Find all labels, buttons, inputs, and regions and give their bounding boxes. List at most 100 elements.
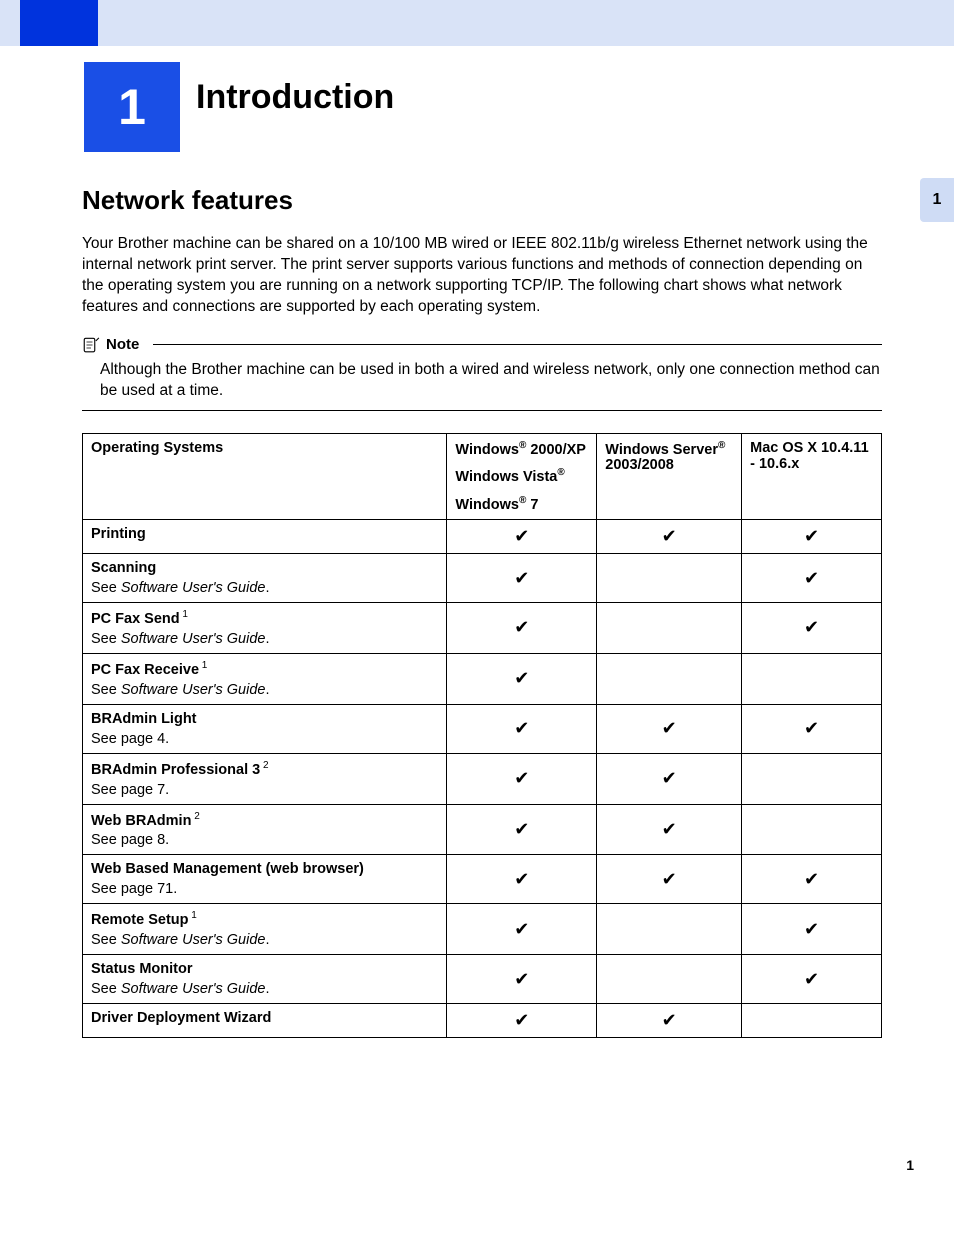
feature-subtext: See page 7.	[91, 782, 438, 798]
check-cell	[597, 904, 742, 955]
content-area: Network features Your Brother machine ca…	[82, 185, 882, 1038]
feature-cell: PC Fax Receive 1 See Software User's Guid…	[83, 653, 447, 704]
feature-subtext: See page 8.	[91, 832, 438, 848]
check-cell	[742, 1004, 882, 1038]
check-cell: ✔	[742, 603, 882, 654]
feature-cell: Remote Setup 1 See Software User's Guide.	[83, 904, 447, 955]
check-cell: ✔	[447, 603, 597, 654]
feature-subtext: See Software User's Guide.	[91, 682, 438, 698]
features-table: Operating Systems Windows® 2000/XP Windo…	[82, 433, 882, 1039]
footnote-sup: 2	[260, 760, 268, 771]
table-row: BRAdmin LightSee page 4.✔✔✔	[83, 704, 882, 753]
feature-name: Web Based Management (web browser)	[91, 861, 438, 877]
feature-cell: Web BRAdmin 2 See page 8.	[83, 804, 447, 855]
feature-name: PC Fax Send 1	[91, 609, 438, 627]
check-cell: ✔	[447, 1004, 597, 1038]
table-row: Remote Setup 1 See Software User's Guide.…	[83, 904, 882, 955]
page-number: 1	[906, 1157, 914, 1173]
check-cell: ✔	[742, 704, 882, 753]
check-cell: ✔	[447, 855, 597, 904]
feature-subtext: See Software User's Guide.	[91, 631, 438, 647]
check-cell: ✔	[447, 904, 597, 955]
note-label: Note	[106, 336, 139, 353]
intro-paragraph: Your Brother machine can be shared on a …	[82, 234, 882, 318]
hdr-win-2a: Windows Vista	[455, 469, 557, 485]
feature-name: PC Fax Receive 1	[91, 660, 438, 678]
table-row: PC Fax Receive 1 See Software User's Guid…	[83, 653, 882, 704]
check-cell: ✔	[742, 955, 882, 1004]
feature-name: Status Monitor	[91, 961, 438, 977]
header-windows: Windows® 2000/XP Windows Vista® Windows®…	[447, 433, 597, 519]
reg-icon: ®	[718, 440, 725, 451]
feature-subtext: See Software User's Guide.	[91, 981, 438, 997]
hdr-srv-b: 2003/2008	[605, 457, 674, 473]
check-cell	[597, 603, 742, 654]
check-cell: ✔	[742, 554, 882, 603]
feature-subtext: See page 71.	[91, 881, 438, 897]
check-cell: ✔	[597, 520, 742, 554]
feature-name: Printing	[91, 526, 438, 542]
check-cell: ✔	[447, 520, 597, 554]
check-cell	[597, 955, 742, 1004]
check-cell: ✔	[447, 955, 597, 1004]
feature-name: BRAdmin Light	[91, 711, 438, 727]
check-cell: ✔	[742, 520, 882, 554]
table-row: Status Monitor See Software User's Guide.…	[83, 955, 882, 1004]
note-icon	[82, 336, 100, 354]
top-band	[0, 0, 954, 46]
table-header-row: Operating Systems Windows® 2000/XP Windo…	[83, 433, 882, 519]
note-rule	[153, 344, 882, 345]
check-cell: ✔	[447, 753, 597, 804]
note-block: Note Although the Brother machine can be…	[82, 336, 882, 411]
hdr-win-3b: 7	[526, 497, 538, 513]
table-row: Web BRAdmin 2 See page 8. ✔✔	[83, 804, 882, 855]
check-cell: ✔	[597, 804, 742, 855]
feature-cell: Driver Deployment Wizard	[83, 1004, 447, 1038]
hdr-win-1b: 2000/XP	[526, 441, 586, 457]
table-row: Driver Deployment Wizard ✔✔	[83, 1004, 882, 1038]
feature-cell: Printing	[83, 520, 447, 554]
feature-subtext: See Software User's Guide.	[91, 580, 438, 596]
check-cell	[742, 753, 882, 804]
table-row: Scanning See Software User's Guide. ✔ ✔	[83, 554, 882, 603]
table-row: Printing✔✔✔	[83, 520, 882, 554]
side-tab: 1	[920, 178, 954, 222]
table-row: Web Based Management (web browser) See pa…	[83, 855, 882, 904]
feature-name: BRAdmin Professional 3 2	[91, 760, 438, 778]
header-mac: Mac OS X 10.4.11 - 10.6.x	[742, 433, 882, 519]
note-body: Although the Brother machine can be used…	[82, 354, 882, 411]
footnote-sup: 2	[191, 811, 199, 822]
feature-name: Driver Deployment Wizard	[91, 1010, 438, 1026]
feature-cell: PC Fax Send 1 See Software User's Guide.	[83, 603, 447, 654]
feature-cell: Web Based Management (web browser) See pa…	[83, 855, 447, 904]
feature-name: Web BRAdmin 2	[91, 811, 438, 829]
check-cell	[597, 653, 742, 704]
chapter-number-block: 1	[84, 62, 180, 152]
check-cell: ✔	[447, 554, 597, 603]
check-cell: ✔	[742, 904, 882, 955]
table-row: BRAdmin Professional 3 2 See page 7. ✔✔	[83, 753, 882, 804]
note-header: Note	[82, 336, 882, 354]
footnote-sup: 1	[199, 660, 207, 671]
check-cell: ✔	[597, 753, 742, 804]
chapter-title: Introduction	[196, 78, 394, 117]
check-cell: ✔	[597, 1004, 742, 1038]
feature-name: Scanning	[91, 560, 438, 576]
feature-cell: Status Monitor See Software User's Guide.	[83, 955, 447, 1004]
check-cell	[742, 653, 882, 704]
feature-subtext: See Software User's Guide.	[91, 932, 438, 948]
check-cell	[742, 804, 882, 855]
table-body: Printing✔✔✔ScanningSee Software User's G…	[83, 520, 882, 1038]
check-cell	[597, 554, 742, 603]
feature-name: Remote Setup 1	[91, 910, 438, 928]
check-cell: ✔	[447, 653, 597, 704]
footnote-sup: 1	[180, 609, 188, 620]
check-cell: ✔	[447, 804, 597, 855]
chapter-number: 1	[118, 78, 146, 136]
check-cell: ✔	[597, 855, 742, 904]
feature-cell: Scanning See Software User's Guide.	[83, 554, 447, 603]
footnote-sup: 1	[189, 910, 197, 921]
section-title: Network features	[82, 185, 882, 216]
hdr-win-1a: Windows	[455, 441, 519, 457]
hdr-srv-a: Windows Server	[605, 441, 718, 457]
